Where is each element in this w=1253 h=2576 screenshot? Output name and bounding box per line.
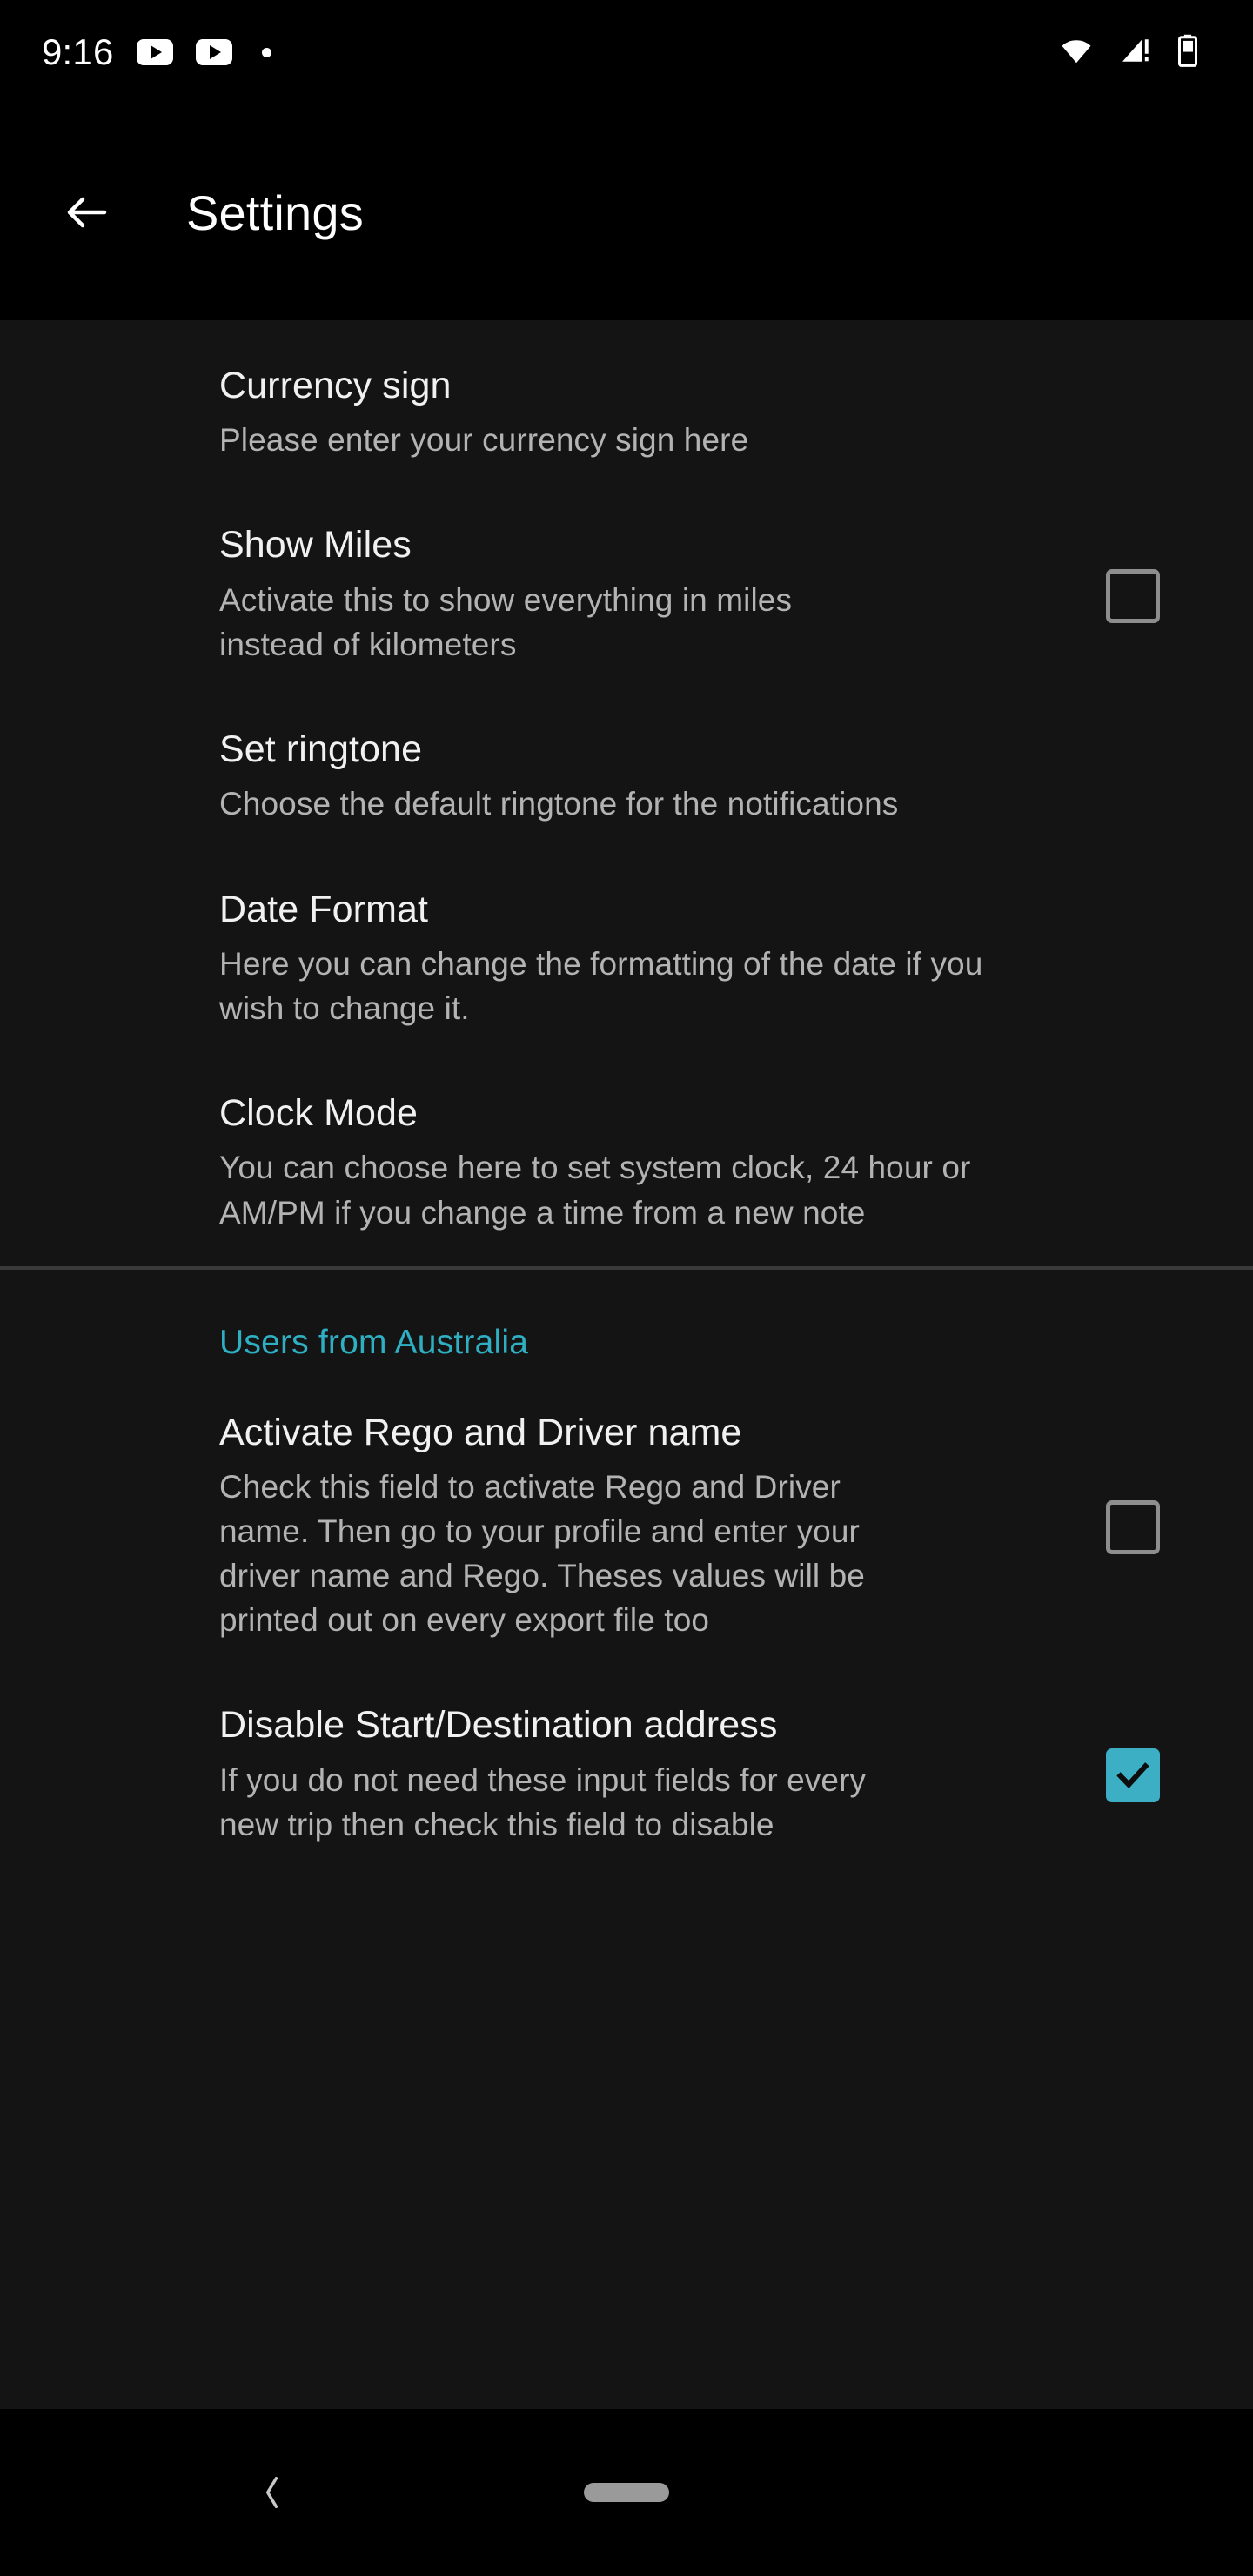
setting-summary: Here you can change the formatting of th… [219, 945, 983, 1026]
setting-summary: You can choose here to set system clock,… [219, 1150, 971, 1231]
setting-text-block: Currency sign Please enter your currency… [219, 366, 1089, 462]
setting-title: Disable Start/Destination address [219, 1704, 778, 1747]
nav-home-pill[interactable] [584, 2483, 669, 2502]
status-bar-clock: 9:16 [42, 31, 114, 72]
youtube-icon [136, 39, 173, 65]
setting-title: Set ringtone [219, 728, 423, 771]
status-bar: 9:16 [0, 0, 1253, 104]
checkbox-disable-start-destination[interactable] [1106, 1748, 1160, 1803]
setting-summary: Choose the default ringtone for the noti… [219, 786, 899, 822]
system-navigation-bar [0, 2409, 1253, 2576]
page-title: Settings [186, 184, 364, 240]
nav-back-button[interactable] [245, 2466, 298, 2519]
battery-icon [1175, 34, 1201, 71]
setting-text-block: Show Miles Activate this to show everyth… [219, 525, 1081, 667]
setting-row-currency-sign[interactable]: Currency sign Please enter your currency… [0, 320, 1253, 493]
back-arrow-icon [67, 197, 107, 228]
setting-summary: Activate this to show everything in mile… [219, 581, 793, 662]
setting-row-set-ringtone[interactable]: Set ringtone Choose the default ringtone… [0, 698, 1253, 857]
dot-indicator-icon [261, 47, 271, 57]
setting-row-activate-rego[interactable]: Activate Rego and Driver name Check this… [0, 1381, 1253, 1674]
setting-text-block: Set ringtone Choose the default ringtone… [219, 729, 1089, 826]
setting-row-disable-start-destination[interactable]: Disable Start/Destination address If you… [0, 1674, 1253, 1878]
cellular-signal-alert-icon [1116, 35, 1156, 70]
setting-row-show-miles[interactable]: Show Miles Activate this to show everyth… [0, 493, 1253, 698]
nav-back-chevron-icon [265, 2477, 278, 2508]
status-bar-right [1056, 34, 1201, 71]
setting-row-date-format[interactable]: Date Format Here you can change the form… [0, 858, 1253, 1063]
checkbox-activate-rego[interactable] [1106, 1499, 1160, 1554]
setting-title: Clock Mode [219, 1092, 419, 1135]
australia-settings-group: Users from Australia Activate Rego and D… [0, 1270, 1253, 1878]
setting-title: Activate Rego and Driver name [219, 1411, 742, 1453]
category-header-users-from-australia: Users from Australia [219, 1323, 529, 1361]
checkmark-icon [1116, 1762, 1149, 1789]
general-settings-group: Currency sign Please enter your currency… [0, 320, 1253, 1266]
checkbox-container [1081, 568, 1185, 623]
youtube-icon [195, 39, 232, 65]
setting-title: Date Format [219, 888, 429, 930]
setting-summary: If you do not need these input fields fo… [219, 1761, 867, 1842]
wifi-icon [1056, 35, 1096, 70]
checkbox-container [1081, 1499, 1185, 1554]
setting-title: Currency sign [219, 365, 452, 406]
setting-title: Show Miles [219, 524, 412, 567]
setting-summary: Please enter your currency sign here [219, 422, 749, 459]
setting-text-block: Clock Mode You can choose here to set sy… [219, 1093, 1089, 1235]
setting-row-clock-mode[interactable]: Clock Mode You can choose here to set sy… [0, 1062, 1253, 1266]
setting-text-block: Date Format Here you can change the form… [219, 889, 1089, 1031]
back-button[interactable] [42, 167, 132, 258]
setting-summary: Check this field to activate Rego and Dr… [219, 1469, 865, 1639]
checkbox-show-miles[interactable] [1106, 568, 1160, 623]
setting-text-block: Activate Rego and Driver name Check this… [219, 1412, 1081, 1643]
checkbox-container [1081, 1748, 1185, 1803]
settings-scroll-area[interactable]: Currency sign Please enter your currency… [0, 320, 1253, 2409]
setting-text-block: Disable Start/Destination address If you… [219, 1705, 1081, 1847]
app-bar: Settings [0, 104, 1253, 320]
phone-screen: 9:16 Settings Currency sign Please enter… [0, 0, 1253, 2576]
status-bar-left: 9:16 [42, 34, 271, 70]
